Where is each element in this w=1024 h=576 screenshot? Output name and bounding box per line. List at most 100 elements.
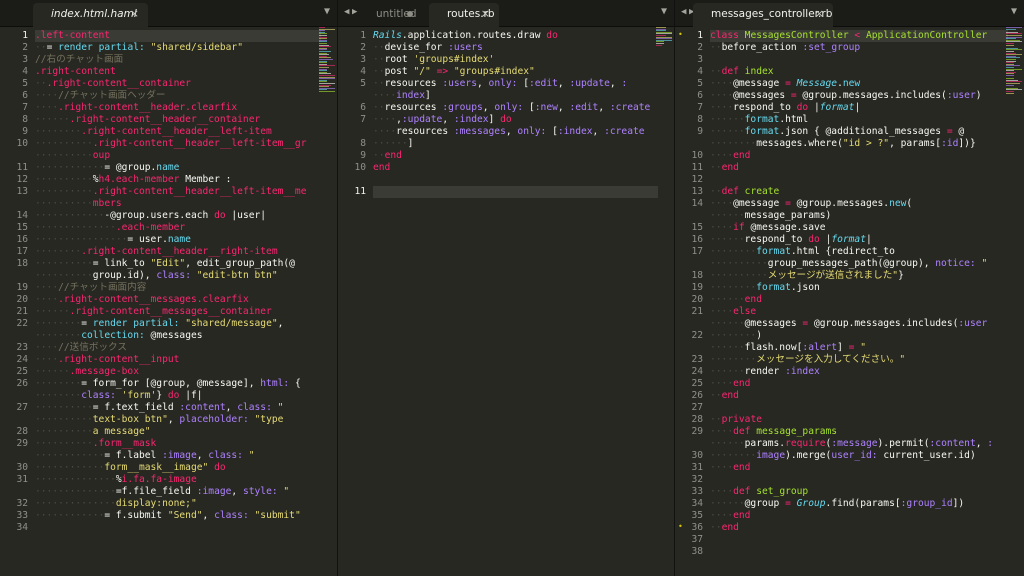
code-token: }: [156, 390, 168, 401]
code-token: ··: [373, 42, 385, 53]
code-area[interactable]: 1 2 3 4 5 6 7 8 9 10 11 12 13 14 15 16 17 18 19 20 21 22 23 24 2…: [675, 27, 1024, 576]
code-token: do: [500, 114, 512, 125]
code-token: ,: [167, 414, 180, 425]
code-token: "id > ?": [842, 138, 890, 149]
code-line: ··········%h4.each-member Member :: [35, 174, 321, 186]
code-line: ····@message = Message.new: [710, 78, 1008, 90]
line-number-gutter[interactable]: 1 2 3 4 5 6 7 8 9 10 11: [338, 27, 368, 576]
line-number: 34: [16, 522, 28, 533]
bookmark-icon: •: [678, 522, 683, 531]
line-number: 14: [16, 210, 28, 221]
code-token: else: [733, 306, 757, 317]
minimap-row: [1006, 70, 1014, 71]
code-token: ,: [557, 78, 570, 89]
code-token: :id: [941, 138, 959, 149]
code-token: Member :: [179, 174, 232, 185]
code-token: ··: [710, 66, 722, 77]
tab-routes-rb[interactable]: routes.rb ×: [429, 3, 499, 27]
code-token: ··········: [35, 414, 93, 425]
minimap-row: [319, 78, 335, 79]
line-number: 3: [22, 54, 28, 65]
unsaved-dot-icon[interactable]: [407, 11, 413, 17]
code-token: ····: [373, 126, 397, 137]
code-line: //右のチャット画面: [35, 54, 321, 66]
code-area[interactable]: 1 2 3 4 5 6 7 8 9 10 11 12 13 14 15 16 17 18 19 20 21 22 23 24 2…: [0, 27, 337, 576]
tab-messages-controller-rb[interactable]: messages_controller.rb ×: [693, 3, 833, 27]
code-token: Rails: [373, 30, 402, 41]
code-line: ····end: [710, 462, 1008, 474]
minimap-row: [319, 57, 331, 58]
code-line: ····respond_to do |format|: [710, 102, 1008, 114]
tab-list-dropdown-icon[interactable]: ▼: [1011, 6, 1017, 17]
code-token: resources: [384, 102, 443, 113]
code-token: :update: [401, 114, 443, 125]
tab-scroll-left-icon[interactable]: ◀: [681, 7, 686, 17]
code-token: @: [952, 126, 965, 137]
code-token: class:: [208, 450, 243, 461]
code-token: -@group.users.each: [104, 210, 215, 221]
code-token: @message: [733, 198, 786, 209]
tab-scroll-left-icon[interactable]: ◀: [344, 7, 349, 17]
code-line: ··········= link_to "Edit", edit_group_p…: [35, 258, 321, 270]
code-token: 'groups#index': [413, 54, 495, 65]
code-area[interactable]: 1 2 3 4 5 6 7 8 9 10 11 Rails.application.routes.dr…: [338, 27, 674, 576]
code-line: ······params.require(:message).permit(:c…: [710, 438, 1008, 450]
code-line: ····def message_params: [710, 426, 1008, 438]
code-token: flash.now[: [744, 342, 803, 353]
line-number: 32: [691, 474, 703, 485]
tab-untitled[interactable]: untitled: [358, 3, 423, 27]
code-token: end: [384, 150, 402, 161]
code-token: do: [796, 102, 809, 113]
tab-list-dropdown-icon[interactable]: ▼: [661, 6, 667, 17]
code-token: end: [744, 294, 762, 305]
minimap[interactable]: [1006, 27, 1022, 97]
line-number: 21: [16, 306, 28, 317]
code-token: //右のチャット画面: [35, 54, 124, 65]
line-number-gutter[interactable]: 1 2 3 4 5 6 7 8 9 10 11 12 13 14 15 16 17 18 19 20 21 22 23 24 2…: [675, 27, 705, 576]
minimap-row: [1006, 27, 1022, 28]
code-token: //送信ボックス: [58, 342, 127, 353]
code-line: ····index]: [373, 90, 658, 102]
code-line: Rails.application.routes.draw do: [373, 30, 658, 42]
code-token: =>: [436, 66, 449, 77]
tab-scroll-right-icon[interactable]: ▶: [352, 7, 357, 17]
code-token: ····: [710, 486, 734, 497]
line-number: 24: [16, 354, 28, 365]
code-line: ··········.form__mask: [35, 438, 321, 450]
code-token: do: [808, 234, 820, 245]
code-token: ··: [35, 42, 47, 53]
code-token: i.fa.fa-image: [121, 474, 197, 485]
code-token: ··········: [35, 258, 93, 269]
line-number: 9: [697, 126, 703, 137]
code-token: resources: [396, 126, 454, 137]
code-token: .right-content__header.clearfix: [58, 102, 238, 113]
code-token: private: [721, 414, 762, 425]
code-token: ,: [609, 78, 622, 89]
code-token: "edit-btn btn": [196, 270, 278, 281]
code-token: html:: [260, 378, 290, 389]
code-token: ············: [35, 462, 105, 473]
code-token: ······: [710, 294, 745, 305]
code-line: ····//チャット画面内容: [35, 282, 321, 294]
minimap-row: [1006, 35, 1022, 36]
close-icon[interactable]: ×: [130, 7, 139, 20]
code-token: ····: [373, 90, 397, 101]
code-line: ··········メッセージが送信されました"}: [710, 270, 1008, 282]
code-token: .right-content__header__container: [69, 114, 261, 125]
code-token: "submit": [254, 510, 301, 521]
code-line: ······render :index: [710, 366, 1008, 378]
code-line: ············form__mask__image" do: [35, 462, 321, 474]
tab-list-dropdown-icon[interactable]: ▼: [324, 6, 330, 17]
minimap[interactable]: [319, 27, 335, 97]
line-number-gutter[interactable]: 1 2 3 4 5 6 7 8 9 10 11 12 13 14 15 16 17 18 19 20 21 22 23 24 2…: [0, 27, 30, 576]
code-token: ········: [710, 450, 757, 461]
code-token: ,: [482, 102, 495, 113]
code-line: ····def set_group: [710, 486, 1008, 498]
code-token: ············: [35, 450, 105, 461]
close-icon[interactable]: ×: [481, 7, 490, 20]
tab-index-html-haml[interactable]: index.html.haml ×: [33, 3, 148, 27]
close-icon[interactable]: ×: [815, 7, 824, 20]
code-token: require: [785, 438, 826, 449]
minimap[interactable]: [656, 27, 672, 97]
code-token: format: [744, 114, 780, 125]
